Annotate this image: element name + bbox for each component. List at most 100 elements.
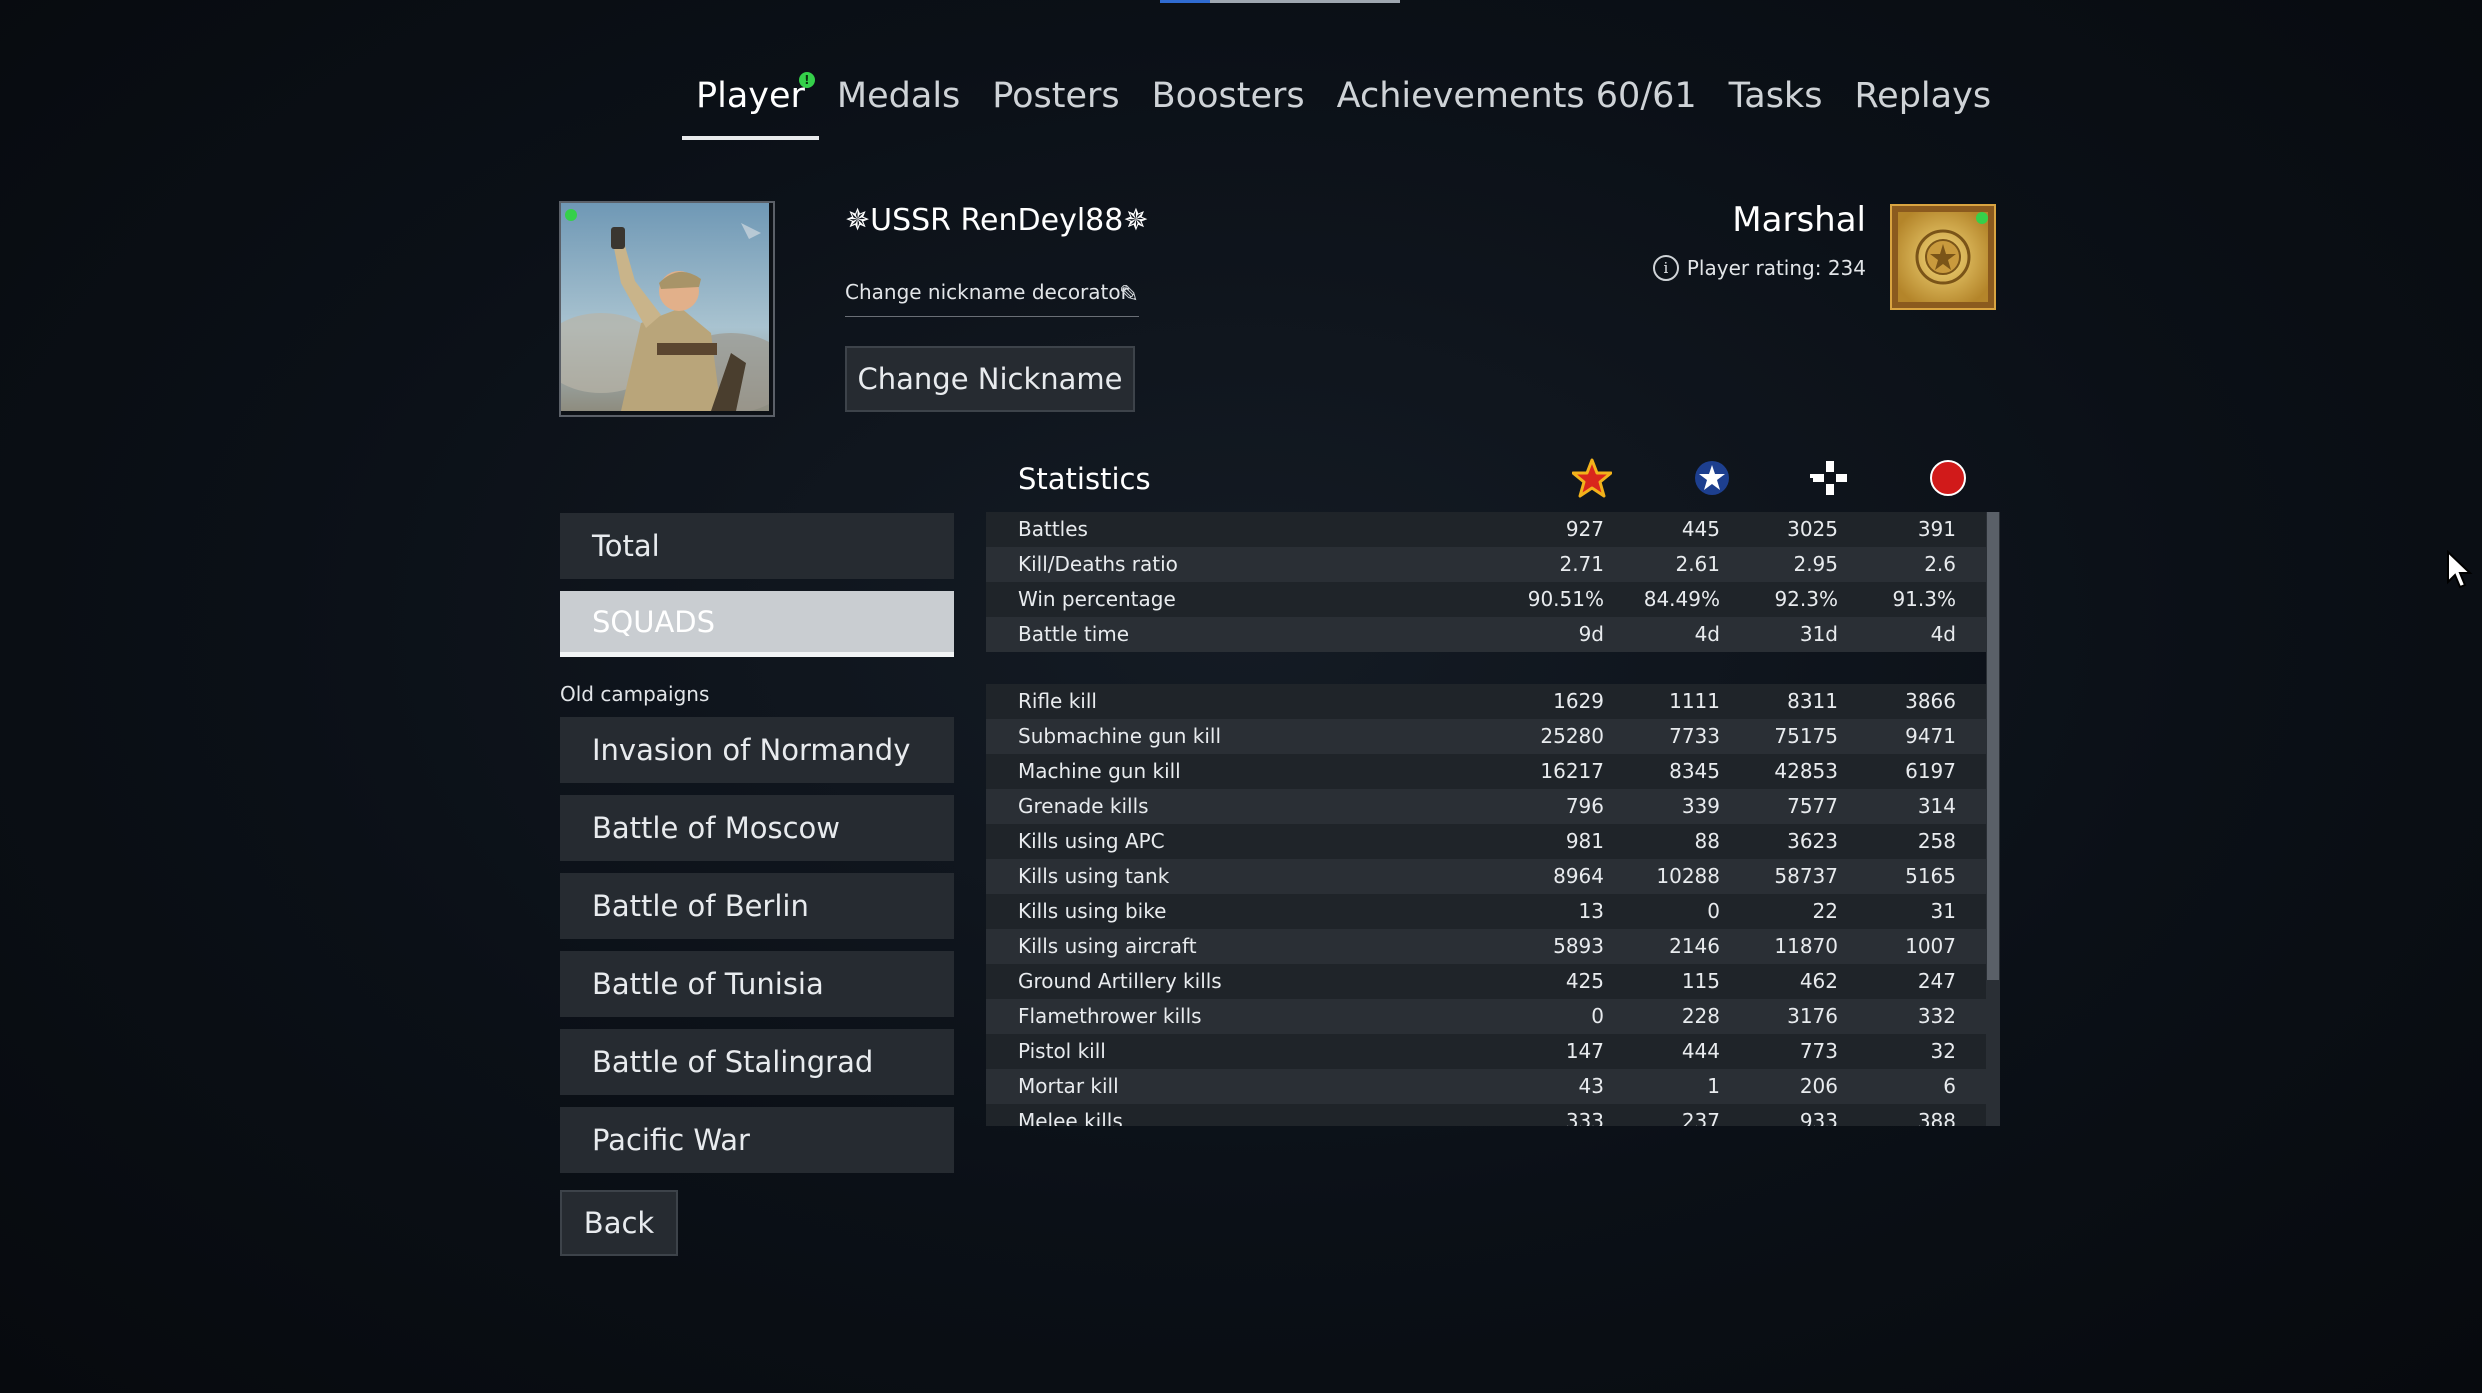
info-icon[interactable]: i xyxy=(1652,255,1679,281)
stat-value-japan: 31 xyxy=(1930,899,1956,923)
stat-value-axis: 462 xyxy=(1799,969,1838,993)
tab-label: Medals xyxy=(836,76,961,116)
stat-value-ussr: 16217 xyxy=(1540,759,1604,783)
tab-label: Player xyxy=(696,76,805,116)
stat-value-allies: 115 xyxy=(1681,969,1720,993)
menu-campaign-moscow[interactable]: Battle of Moscow xyxy=(560,795,954,861)
stat-value-ussr: 25280 xyxy=(1540,724,1604,748)
stat-value-axis: 11870 xyxy=(1774,934,1838,958)
stat-label: Machine gun kill xyxy=(1018,759,1181,783)
tab-posters[interactable]: Posters xyxy=(976,70,1135,140)
stats-row: Ground Artillery kills 425 115 462 247 xyxy=(986,964,2000,999)
menu-label: Battle of Tunisia xyxy=(592,967,824,1001)
stat-value-axis: 58737 xyxy=(1774,864,1838,888)
stats-row: Melee kills 333 237 933 388 xyxy=(986,1104,2000,1126)
change-nickname-decorator-link[interactable]: Change nickname decorator ✎ xyxy=(845,280,1139,317)
stat-value-japan: 1007 xyxy=(1905,934,1956,958)
stat-value-ussr: 425 xyxy=(1565,969,1604,993)
back-button[interactable]: Back xyxy=(560,1190,678,1256)
tab-tasks[interactable]: Tasks xyxy=(1713,70,1839,140)
stat-value-allies: 1 xyxy=(1707,1074,1720,1098)
stat-label: Kills using aircraft xyxy=(1018,934,1197,958)
stat-value-allies: 228 xyxy=(1681,1004,1720,1028)
stat-value-ussr: 90.51% xyxy=(1527,587,1604,611)
stat-value-allies: 339 xyxy=(1681,794,1720,818)
stat-value-japan: 391 xyxy=(1917,517,1956,541)
stat-value-allies: 88 xyxy=(1694,829,1720,853)
menu-label: Battle of Moscow xyxy=(592,811,840,845)
statistics-table[interactable]: Battles 927 445 3025 391 Kill/Deaths ratio 2.7… xyxy=(986,512,2000,1126)
change-nickname-label: Change Nickname xyxy=(857,362,1123,396)
old-campaigns-label: Old campaigns xyxy=(560,682,710,706)
stats-row: Kills using tank 8964 10288 58737 5165 xyxy=(986,859,2000,894)
tab-replays[interactable]: Replays xyxy=(1838,70,2007,140)
stat-value-japan: 3866 xyxy=(1905,689,1956,713)
stat-value-axis: 7577 xyxy=(1787,794,1838,818)
notification-badge: ! xyxy=(798,72,815,88)
stat-value-axis: 31d xyxy=(1799,622,1838,646)
stat-value-japan: 314 xyxy=(1917,794,1956,818)
menu-label: Battle of Berlin xyxy=(592,889,809,923)
stat-label: Battle time xyxy=(1018,622,1130,646)
stat-value-allies: 445 xyxy=(1681,517,1720,541)
stat-label: Win percentage xyxy=(1018,587,1176,611)
stat-value-axis: 22 xyxy=(1812,899,1838,923)
stat-value-axis: 933 xyxy=(1799,1109,1838,1126)
allies-star-icon xyxy=(1695,461,1729,495)
stat-label: Kills using APC xyxy=(1018,829,1165,853)
menu-label: Invasion of Normandy xyxy=(592,733,911,767)
stat-value-japan: 247 xyxy=(1917,969,1956,993)
menu-label: Total xyxy=(592,529,660,563)
player-avatar[interactable] xyxy=(559,201,775,417)
stat-value-axis: 773 xyxy=(1799,1039,1838,1063)
tab-boosters[interactable]: Boosters xyxy=(1136,70,1321,140)
stats-row: Pistol kill 147 444 773 32 xyxy=(986,1034,2000,1069)
menu-label: SQUADS xyxy=(592,604,716,639)
avatar-notification-dot xyxy=(565,209,577,221)
stats-scrollbar-thumb[interactable] xyxy=(1987,512,1999,980)
stats-row: Machine gun kill 16217 8345 42853 6197 xyxy=(986,754,2000,789)
change-nickname-button[interactable]: Change Nickname xyxy=(845,346,1135,412)
tab-achievements[interactable]: Achievements 60/61 xyxy=(1321,70,1713,140)
stat-value-axis: 92.3% xyxy=(1774,587,1838,611)
stat-label: Battles xyxy=(1018,517,1088,541)
stat-value-japan: 2.6 xyxy=(1924,552,1956,576)
stat-label: Submachine gun kill xyxy=(1018,724,1222,748)
stat-label: Kills using bike xyxy=(1018,899,1167,923)
soldier-portrait-image xyxy=(561,203,769,411)
menu-squads[interactable]: SQUADS xyxy=(560,591,954,657)
tab-medals[interactable]: Medals xyxy=(821,70,976,140)
menu-campaign-berlin[interactable]: Battle of Berlin xyxy=(560,873,954,939)
stat-value-ussr: 0 xyxy=(1591,1004,1604,1028)
stat-label: Rifle kill xyxy=(1018,689,1097,713)
stat-value-ussr: 147 xyxy=(1565,1039,1604,1063)
stats-row: Mortar kill 43 1 206 6 xyxy=(986,1069,2000,1104)
back-label: Back xyxy=(583,1206,655,1240)
stat-value-allies: 1111 xyxy=(1669,689,1720,713)
tab-label: Tasks xyxy=(1728,76,1823,116)
stats-row: Kills using aircraft 5893 2146 11870 1007 xyxy=(986,929,2000,964)
stat-label: Kill/Deaths ratio xyxy=(1018,552,1178,576)
top-progress-line xyxy=(1160,0,1400,3)
stat-value-allies: 7733 xyxy=(1669,724,1720,748)
stat-value-japan: 258 xyxy=(1917,829,1956,853)
stat-value-axis: 3176 xyxy=(1787,1004,1838,1028)
menu-campaign-normandy[interactable]: Invasion of Normandy xyxy=(560,717,954,783)
menu-campaign-pacific[interactable]: Pacific War xyxy=(560,1107,954,1173)
pencil-icon: ✎ xyxy=(1118,280,1139,308)
rank-badge[interactable] xyxy=(1890,204,1996,310)
stat-value-axis: 8311 xyxy=(1787,689,1838,713)
stats-row: Battles 927 445 3025 391 xyxy=(986,512,2000,547)
tab-label: Achievements 60/61 xyxy=(1336,76,1697,116)
menu-campaign-stalingrad[interactable]: Battle of Stalingrad xyxy=(560,1029,954,1095)
stat-value-allies: 2146 xyxy=(1669,934,1720,958)
rating-label: Player rating: 234 xyxy=(1686,256,1866,280)
tab-player[interactable]: Player ! xyxy=(680,70,821,140)
stat-value-axis: 2.95 xyxy=(1793,552,1838,576)
menu-total[interactable]: Total xyxy=(560,513,954,579)
ussr-star-icon xyxy=(1572,458,1612,498)
menu-campaign-tunisia[interactable]: Battle of Tunisia xyxy=(560,951,954,1017)
stat-value-allies: 8345 xyxy=(1669,759,1720,783)
stat-value-ussr: 333 xyxy=(1565,1109,1604,1126)
kill-stats-group: Rifle kill 1629 1111 8311 3866 Submachine gun… xyxy=(986,684,2000,1126)
